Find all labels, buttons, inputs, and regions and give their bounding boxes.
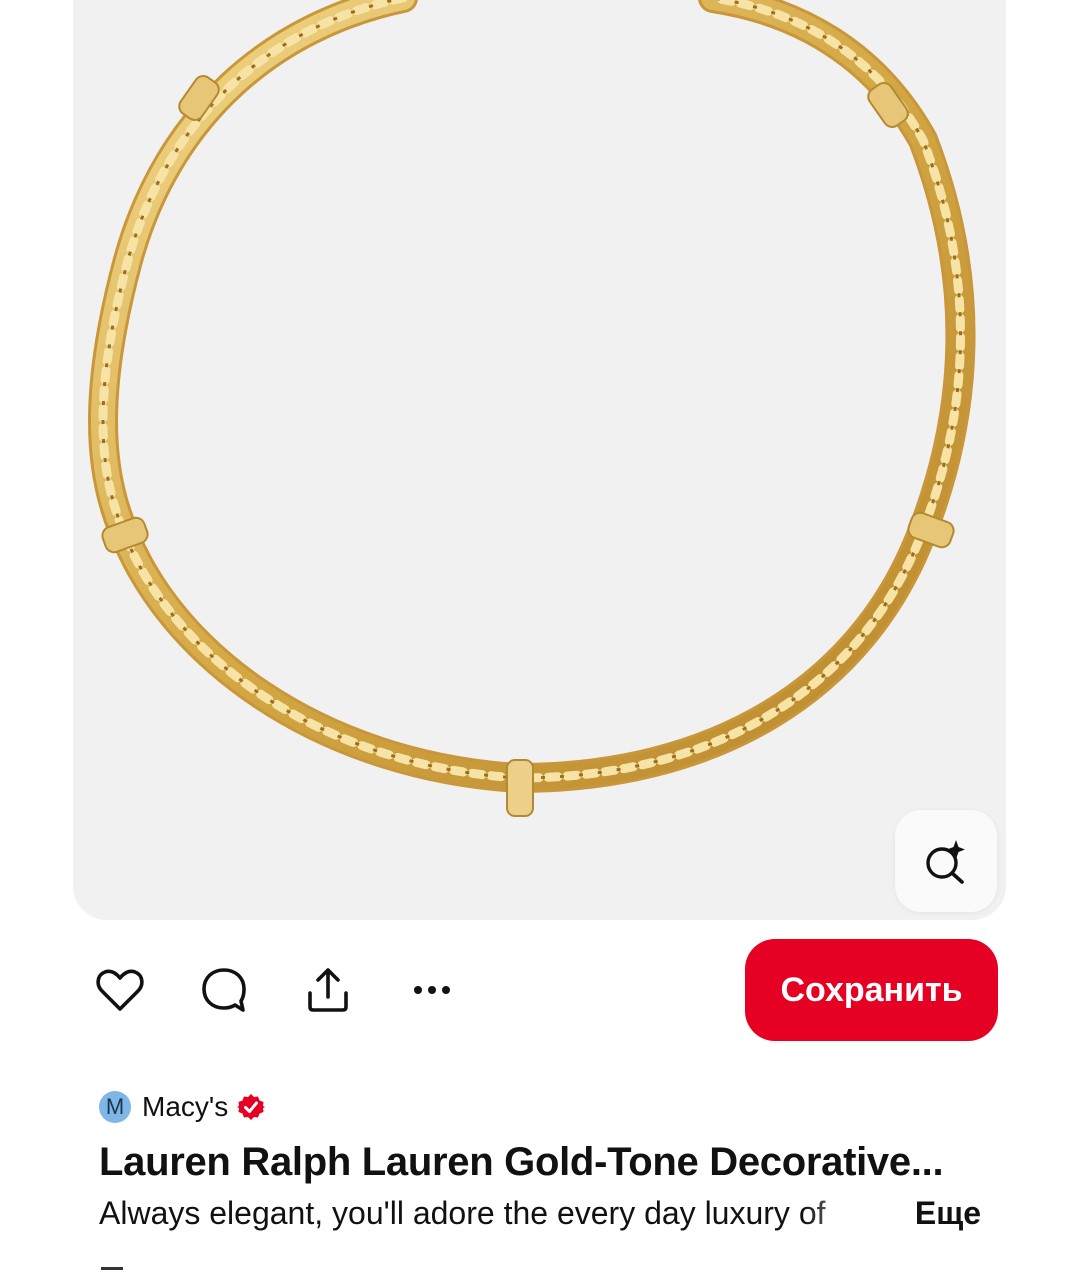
next-section-divider — [101, 1267, 123, 1270]
share-icon — [308, 968, 348, 1012]
more-link[interactable]: Еще — [915, 1195, 981, 1232]
rondelle — [506, 759, 534, 817]
comment-button[interactable] — [194, 960, 254, 1020]
avatar[interactable]: M — [99, 1091, 131, 1123]
save-button[interactable]: Сохранить — [745, 939, 998, 1041]
visual-search-sparkle-icon — [926, 840, 965, 884]
more-horizontal-icon — [414, 986, 450, 994]
creator-row[interactable]: M Macy's — [99, 1089, 266, 1125]
creator-name[interactable]: Macy's — [142, 1091, 228, 1123]
comment-icon — [202, 968, 246, 1012]
pin-title: Lauren Ralph Lauren Gold-Tone Decorative… — [99, 1140, 944, 1184]
pin-description: Always elegant, you'll adore the every d… — [99, 1195, 826, 1231]
verified-check-icon — [237, 1094, 266, 1120]
share-button[interactable] — [298, 960, 358, 1020]
visual-search-button[interactable] — [895, 810, 997, 912]
heart-icon — [96, 969, 144, 1011]
necklace-image — [88, 0, 976, 817]
pin-image[interactable] — [73, 0, 1006, 920]
pin-description-row: Always elegant, you'll adore the every d… — [99, 1195, 981, 1239]
like-button[interactable] — [90, 960, 150, 1020]
more-options-button[interactable] — [402, 960, 462, 1020]
pin-action-bar: Сохранить — [0, 935, 1080, 1045]
